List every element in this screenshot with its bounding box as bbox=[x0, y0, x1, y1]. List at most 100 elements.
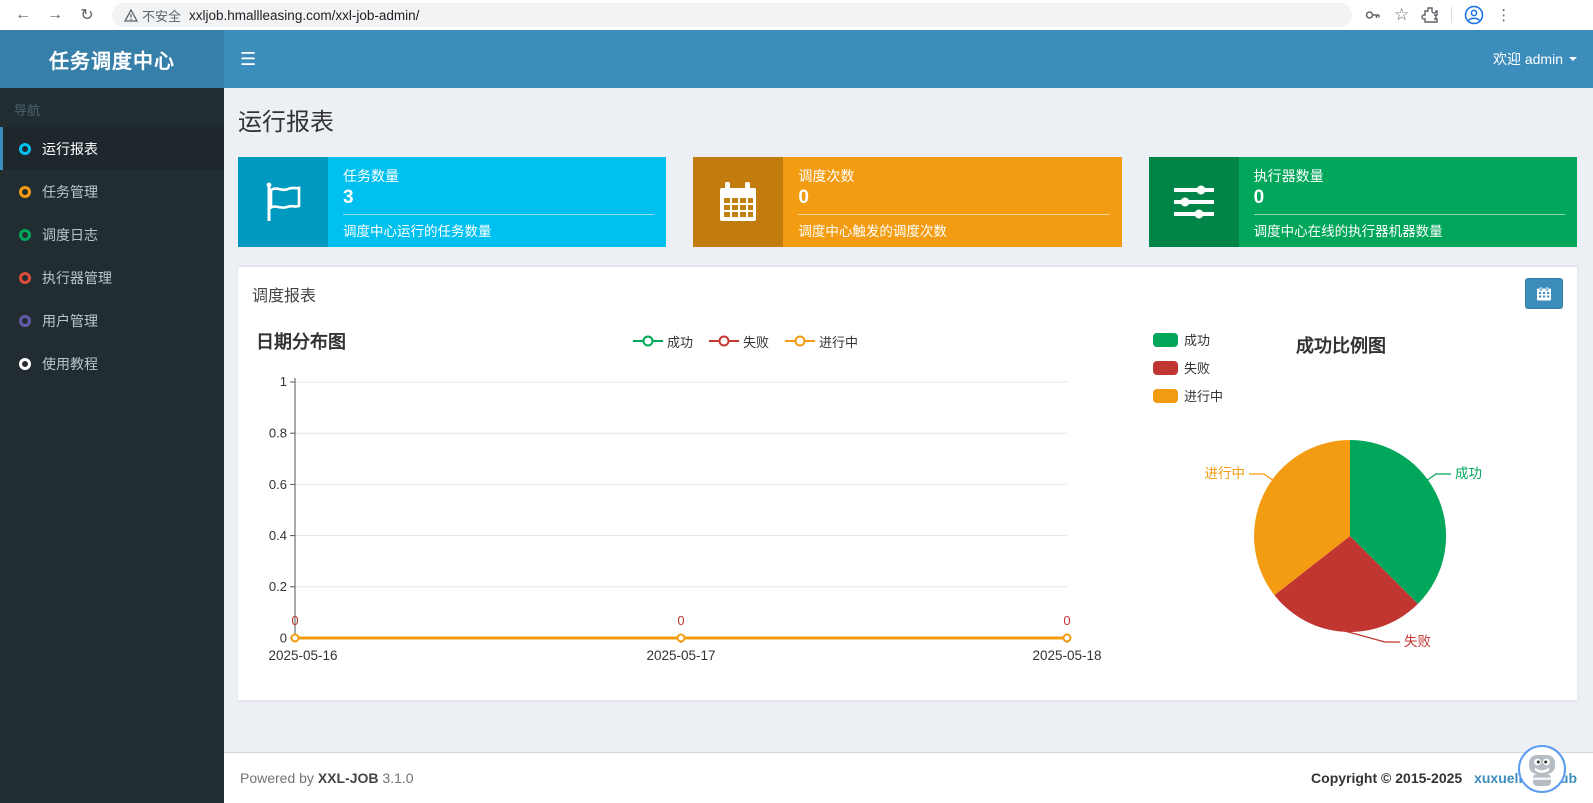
xtick: 2025-05-16 bbox=[268, 648, 337, 663]
sidebar: 导航 运行报表 任务管理 调度日志 执行器管理 用户管理 使用教程 bbox=[0, 88, 224, 803]
back-icon[interactable]: ← bbox=[10, 6, 36, 24]
legend-item-success[interactable]: 成功 bbox=[632, 332, 693, 351]
stat-card-trigger-count: 调度次数 0 调度中心触发的调度次数 bbox=[693, 157, 1122, 247]
sidebar-item-label: 任务管理 bbox=[42, 183, 98, 200]
legend-item-running[interactable]: 进行中 bbox=[785, 332, 858, 351]
circle-icon bbox=[19, 185, 31, 198]
stat-card-desc: 调度中心在线的执行器机器数量 bbox=[1253, 224, 1443, 239]
powered-by-label: Powered by bbox=[240, 770, 314, 786]
legend-label: 成功 bbox=[666, 334, 693, 350]
ytick: 1 bbox=[280, 374, 287, 389]
point-label: 0 bbox=[1063, 613, 1070, 628]
schedule-report-panel: 调度报表 日期分布图 成功 失败 进行中 1 0.8 0.6 0.4 0.2 0… bbox=[238, 265, 1577, 700]
sidebar-item-label: 执行器管理 bbox=[42, 269, 112, 286]
panel-title: 调度报表 bbox=[252, 287, 317, 305]
circle-icon bbox=[19, 314, 31, 327]
stat-card-value: 0 bbox=[1253, 187, 1265, 208]
app-logo[interactable]: 任务调度中心 bbox=[0, 30, 224, 88]
password-key-icon[interactable] bbox=[1364, 6, 1382, 24]
sidebar-item-tutorial[interactable]: 使用教程 bbox=[0, 342, 224, 385]
stat-card-executor-count: 执行器数量 0 调度中心在线的执行器机器数量 bbox=[1148, 157, 1577, 247]
stat-card-desc: 调度中心触发的调度次数 bbox=[798, 224, 947, 239]
url-text[interactable]: xxljob.hmallleasing.com/xxl-job-admin/ bbox=[189, 8, 419, 23]
author-link[interactable]: xuxueli bbox=[1474, 770, 1522, 786]
point-label: 0 bbox=[677, 613, 684, 628]
copyright-label: Copyright © 2015-2025 bbox=[1311, 770, 1463, 786]
legend-item-fail[interactable]: 失败 bbox=[708, 332, 769, 351]
point-label: 0 bbox=[291, 613, 298, 628]
sidebar-nav-label: 导航 bbox=[14, 103, 41, 118]
brand-name: XXL-JOB bbox=[317, 770, 379, 786]
sidebar-item-run-report[interactable]: 运行报表 bbox=[0, 127, 224, 170]
card-divider bbox=[343, 214, 655, 215]
sidebar-item-label: 运行报表 bbox=[42, 140, 98, 157]
stat-card-value: 0 bbox=[798, 187, 809, 208]
warning-triangle-icon bbox=[124, 8, 138, 22]
sidebar-item-label: 使用教程 bbox=[42, 355, 98, 372]
line-chart-legend: 成功 失败 进行中 bbox=[346, 332, 1145, 351]
ytick: 0.2 bbox=[269, 579, 287, 594]
reload-icon[interactable]: ↻ bbox=[74, 5, 100, 25]
ytick: 0.6 bbox=[269, 477, 287, 492]
circle-icon bbox=[19, 228, 31, 241]
panel-header: 调度报表 bbox=[238, 267, 1577, 320]
line-marker-icon bbox=[785, 335, 815, 347]
bookmark-star-icon[interactable]: ☆ bbox=[1394, 5, 1409, 25]
circle-icon bbox=[19, 357, 31, 370]
circle-icon bbox=[19, 142, 31, 155]
footer: Powered by XXL-JOB 3.1.0 Copyright © 201… bbox=[224, 752, 1593, 803]
browser-actions: ☆ ⋮ bbox=[1364, 5, 1515, 25]
user-dropdown[interactable]: 欢迎 admin bbox=[1493, 49, 1577, 69]
profile-avatar-icon[interactable] bbox=[1464, 5, 1484, 25]
pie-chart-canvas: 成功 进行中 失败 bbox=[1205, 440, 1482, 649]
robot-icon bbox=[1529, 755, 1555, 786]
forward-icon[interactable]: → bbox=[42, 6, 68, 24]
sidebar-item-label: 调度日志 bbox=[42, 226, 98, 243]
sidebar-item-job-log[interactable]: 调度日志 bbox=[0, 213, 224, 256]
app-header: 任务调度中心 ☰ 欢迎 admin bbox=[0, 30, 1593, 88]
sliders-icon bbox=[1148, 157, 1239, 247]
pie-label-success: 成功 bbox=[1455, 466, 1482, 481]
sidebar-item-executor-manage[interactable]: 执行器管理 bbox=[0, 256, 224, 299]
line-chart-canvas: 1 0.8 0.6 0.4 0.2 0 0 0 0 2025-05-16 202… bbox=[268, 374, 1101, 663]
browser-menu-icon[interactable]: ⋮ bbox=[1496, 6, 1511, 24]
line-marker-icon bbox=[632, 335, 663, 347]
extensions-icon[interactable] bbox=[1421, 6, 1439, 24]
legend-swatch bbox=[1153, 332, 1178, 347]
panel-body: 日期分布图 成功 失败 进行中 1 0.8 0.6 0.4 0.2 0 0 0 … bbox=[238, 320, 1577, 700]
sidebar-toggle-icon[interactable]: ☰ bbox=[240, 49, 256, 70]
stat-cards-row: 任务数量 3 调度中心运行的任务数量 调度次数 0 调度中心触发的调度次数 执行… bbox=[238, 157, 1577, 247]
stat-card-job-count: 任务数量 3 调度中心运行的任务数量 bbox=[238, 157, 667, 247]
line-marker-icon bbox=[708, 335, 739, 347]
flag-icon bbox=[238, 157, 328, 247]
browser-toolbar: ← → ↻ 不安全 xxljob.hmallleasing.com/xxl-jo… bbox=[0, 0, 1593, 30]
stat-card-title: 执行器数量 bbox=[1253, 168, 1324, 184]
sidebar-item-job-manage[interactable]: 任务管理 bbox=[0, 170, 224, 213]
assistant-widget-button[interactable] bbox=[1518, 745, 1566, 793]
ytick: 0.8 bbox=[269, 426, 287, 441]
stat-card-value: 3 bbox=[343, 187, 354, 208]
sidebar-item-label: 用户管理 bbox=[42, 312, 98, 329]
card-divider bbox=[1253, 214, 1565, 215]
pie-label-running: 进行中 bbox=[1205, 466, 1246, 481]
ytick: 0.4 bbox=[269, 528, 287, 543]
stat-card-desc: 调度中心运行的任务数量 bbox=[343, 224, 492, 239]
chevron-down-icon bbox=[1569, 57, 1577, 61]
main-content: 运行报表 任务数量 3 调度中心运行的任务数量 调度次数 0 调度中心触发的调度… bbox=[224, 88, 1593, 752]
address-bar[interactable]: 不安全 xxljob.hmallleasing.com/xxl-job-admi… bbox=[112, 3, 1352, 27]
xtick: 2025-05-18 bbox=[1032, 648, 1101, 663]
sidebar-item-user-manage[interactable]: 用户管理 bbox=[0, 299, 224, 342]
calendar-icon bbox=[1537, 285, 1551, 300]
date-range-button[interactable] bbox=[1525, 278, 1563, 309]
legend-item-success[interactable]: 成功 bbox=[1153, 330, 1223, 349]
page-title: 运行报表 bbox=[238, 109, 334, 136]
user-dropdown-label: 欢迎 admin bbox=[1492, 51, 1563, 67]
legend-label: 失败 bbox=[742, 334, 769, 350]
line-chart-title: 日期分布图 bbox=[256, 332, 346, 352]
security-chip[interactable]: 不安全 bbox=[124, 6, 181, 25]
xtick: 2025-05-17 bbox=[646, 648, 715, 663]
stat-card-title: 任务数量 bbox=[343, 168, 399, 184]
date-distribution-chart: 日期分布图 成功 失败 进行中 1 0.8 0.6 0.4 0.2 0 0 0 … bbox=[250, 324, 1145, 674]
legend-label: 成功 bbox=[1184, 333, 1211, 348]
circle-icon bbox=[19, 271, 31, 284]
